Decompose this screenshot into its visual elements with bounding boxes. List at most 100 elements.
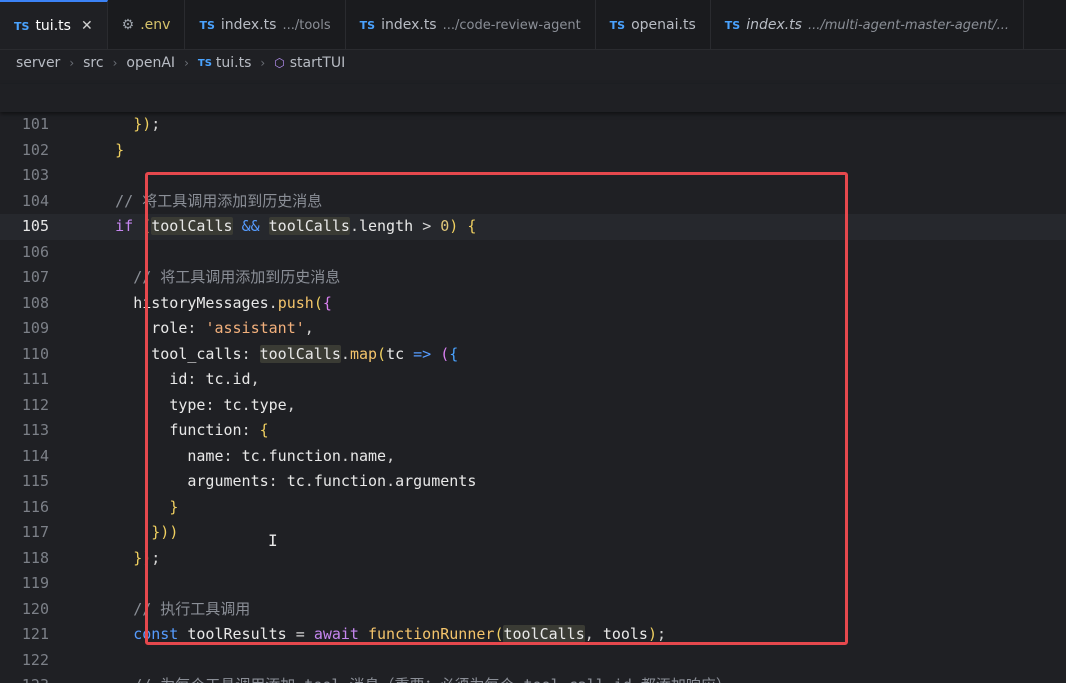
tab-openai-ts[interactable]: TS openai.ts bbox=[596, 0, 711, 49]
code-line[interactable]: 108 historyMessages.push({ bbox=[0, 291, 1066, 317]
code-line[interactable]: 109 role: 'assistant', bbox=[0, 316, 1066, 342]
line-code: historyMessages.push({ bbox=[133, 293, 332, 312]
code-line[interactable]: 116 } bbox=[0, 495, 1066, 521]
tab-description: .../multi-agent-master-agent/... bbox=[807, 17, 1010, 33]
line-code: }); bbox=[133, 115, 161, 133]
tab-env[interactable]: ⚙ .env bbox=[108, 0, 186, 49]
gear-icon: ⚙ bbox=[121, 17, 135, 33]
code-line[interactable]: 104 // 将工具调用添加到历史消息 bbox=[0, 189, 1066, 215]
breadcrumb-item-server[interactable]: server bbox=[16, 55, 60, 71]
code-line[interactable]: 117 })) bbox=[0, 520, 1066, 546]
line-number: 115 bbox=[21, 472, 49, 490]
line-number: 105 bbox=[21, 217, 49, 235]
line-number: 103 bbox=[21, 166, 49, 184]
tab-index-code-review-agent[interactable]: TS index.ts .../code-review-agent bbox=[346, 0, 596, 49]
tab-description: .../code-review-agent bbox=[442, 17, 581, 33]
line-code: } bbox=[115, 140, 125, 159]
line-number: 123 bbox=[0, 673, 49, 683]
typescript-icon: TS bbox=[14, 19, 30, 33]
code-line[interactable]: 119 bbox=[0, 571, 1066, 597]
line-code: // 为每个工具调用添加 tool 消息（重要：必须为每个 tool_call_… bbox=[79, 673, 731, 683]
line-code: })) bbox=[151, 523, 179, 541]
line-number: 106 bbox=[21, 242, 49, 261]
code-line[interactable]: 102 } bbox=[0, 138, 1066, 164]
line-number: 111 bbox=[21, 370, 49, 388]
breadcrumb-item-openai[interactable]: openAI bbox=[126, 55, 175, 71]
typescript-icon: TS bbox=[609, 18, 626, 32]
line-code: // 将工具调用添加到历史消息 bbox=[115, 191, 323, 210]
line-number: 102 bbox=[21, 140, 49, 159]
line-code: } bbox=[169, 497, 179, 516]
text-cursor-icon: I bbox=[268, 531, 278, 550]
tab-label: index.ts bbox=[746, 17, 802, 33]
tab-label: openai.ts bbox=[631, 17, 696, 33]
code-line[interactable]: 105 if (toolCalls && toolCalls.length > … bbox=[0, 214, 1066, 240]
code-line[interactable]: 115 arguments: tc.function.arguments bbox=[0, 469, 1066, 495]
typescript-icon: TS bbox=[359, 18, 376, 32]
editor-tab-bar: TS tui.ts ✕ ⚙ .env TS index.ts .../tools… bbox=[0, 0, 1066, 50]
close-icon[interactable]: ✕ bbox=[81, 18, 93, 34]
code-line[interactable]: 113 function: { bbox=[0, 418, 1066, 444]
line-code: role: 'assistant', bbox=[151, 319, 314, 337]
typescript-icon: TS bbox=[197, 57, 212, 69]
tab-tui-ts[interactable]: TS tui.ts ✕ bbox=[0, 0, 108, 49]
line-number: 109 bbox=[21, 319, 49, 337]
line-code: type: tc.type, bbox=[169, 395, 296, 414]
line-number: 122 bbox=[21, 650, 49, 669]
code-line[interactable]: 121 const toolResults = await functionRu… bbox=[0, 622, 1066, 648]
line-code: function: { bbox=[169, 421, 269, 439]
code-line[interactable]: 107 // 将工具调用添加到历史消息 bbox=[0, 265, 1066, 291]
breadcrumb-item-file[interactable]: tui.ts bbox=[216, 55, 252, 71]
tab-label: .env bbox=[140, 17, 171, 33]
typescript-icon: TS bbox=[199, 18, 215, 32]
code-line[interactable]: 118 }); bbox=[0, 546, 1066, 572]
tab-index-multi-agent[interactable]: TS index.ts .../multi-agent-master-agent… bbox=[711, 0, 1025, 49]
code-line[interactable]: 106 bbox=[0, 240, 1066, 266]
code-line[interactable]: 112 type: tc.type, bbox=[0, 393, 1066, 419]
line-number: 119 bbox=[21, 574, 49, 592]
breadcrumb: server › src › openAI › TS tui.ts › ⬡ st… bbox=[0, 50, 1066, 76]
tab-label: index.ts bbox=[381, 17, 437, 33]
line-number: 101 bbox=[21, 115, 49, 133]
line-code: name: tc.function.name, bbox=[187, 446, 396, 465]
line-code: id: tc.id, bbox=[169, 370, 260, 388]
line-code: if (toolCalls && toolCalls.length > 0) { bbox=[115, 217, 477, 235]
tab-index-tools[interactable]: TS index.ts .../tools bbox=[185, 0, 346, 49]
line-number: 113 bbox=[21, 421, 49, 439]
line-number: 104 bbox=[21, 191, 49, 210]
line-number: 116 bbox=[21, 497, 49, 516]
line-number: 117 bbox=[21, 523, 49, 541]
code-line[interactable]: 103 bbox=[0, 163, 1066, 189]
code-line[interactable]: 101 }); bbox=[0, 112, 1066, 138]
line-number: 108 bbox=[21, 293, 49, 312]
line-number: 121 bbox=[21, 625, 49, 643]
code-line[interactable]: 123 // 为每个工具调用添加 tool 消息（重要：必须为每个 tool_c… bbox=[0, 673, 1066, 683]
code-line[interactable]: 114 name: tc.function.name, bbox=[0, 444, 1066, 470]
line-code: }); bbox=[133, 548, 161, 567]
chevron-right-icon: › bbox=[184, 56, 189, 70]
code-line[interactable]: 110 tool_calls: toolCalls.map(tc => ({ bbox=[0, 342, 1066, 368]
line-number: 107 bbox=[21, 268, 49, 286]
code-editor[interactable]: 101 }); 102 } 103 104 // 将工具调用添加到历史消息 105 if… bbox=[0, 112, 1066, 683]
line-code: tool_calls: toolCalls.map(tc => ({ bbox=[151, 344, 459, 363]
tab-label: index.ts bbox=[220, 17, 277, 33]
line-code: const toolResults = await functionRunner… bbox=[133, 625, 667, 643]
line-number: 118 bbox=[21, 548, 49, 567]
breadcrumb-item-src[interactable]: src bbox=[83, 55, 103, 71]
tab-label: tui.ts bbox=[35, 18, 71, 34]
line-code: arguments: tc.function.arguments bbox=[187, 472, 477, 490]
code-line[interactable]: 120 // 执行工具调用 bbox=[0, 597, 1066, 623]
line-code: // 执行工具调用 bbox=[133, 599, 251, 618]
sticky-scroll-line[interactable]: export async function startTUI(systemPro… bbox=[0, 84, 1066, 112]
code-line[interactable]: 111 id: tc.id, bbox=[0, 367, 1066, 393]
chevron-right-icon: › bbox=[260, 56, 266, 70]
line-number: 110 bbox=[21, 344, 49, 363]
line-number: 114 bbox=[21, 446, 49, 465]
tab-description: .../tools bbox=[282, 17, 331, 33]
line-number: 120 bbox=[21, 599, 49, 618]
code-line[interactable]: 122 bbox=[0, 648, 1066, 674]
line-code: // 将工具调用添加到历史消息 bbox=[133, 268, 341, 286]
line-number: 112 bbox=[21, 395, 49, 414]
breadcrumb-item-symbol[interactable]: startTUI bbox=[290, 55, 346, 71]
symbol-method-icon: ⬡ bbox=[274, 56, 285, 70]
